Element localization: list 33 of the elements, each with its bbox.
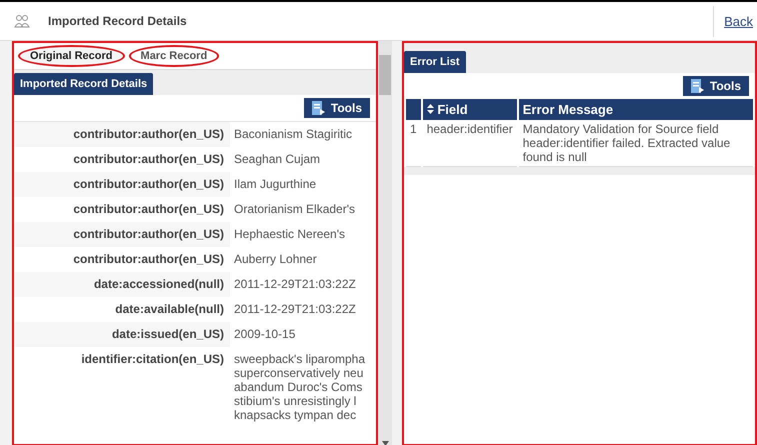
tools-icon <box>312 101 325 115</box>
back-link[interactable]: Back <box>713 6 753 36</box>
column-header <box>406 99 421 120</box>
tools-button[interactable]: Tools <box>304 98 370 118</box>
tools-button[interactable]: Tools <box>682 76 749 96</box>
field-label: identifier:citation(en_US) <box>80 351 225 368</box>
field-label: contributor:author(en_US) <box>72 176 225 193</box>
field-value: 2011-12-29T21:03:22Z <box>230 272 376 297</box>
field-label: contributor:author(en_US) <box>72 251 225 268</box>
field-value: Baconianism Stagiritic <box>230 122 376 147</box>
record-tab[interactable]: Original Record <box>18 45 125 67</box>
section-tab[interactable]: Error List <box>404 51 466 73</box>
field-label: contributor:author(en_US) <box>72 151 225 168</box>
column-header[interactable]: Field <box>422 99 517 120</box>
field-label: date:available(null) <box>114 301 225 318</box>
scroll-down-icon[interactable] <box>382 441 388 445</box>
field-label: contributor:author(en_US) <box>72 126 225 143</box>
page-title: Imported Record Details <box>48 14 187 28</box>
users-icon <box>14 14 30 28</box>
record-tab[interactable]: Marc Record <box>128 45 220 67</box>
field-value: 2009-10-15 <box>230 322 376 347</box>
sort-icon[interactable] <box>426 104 434 114</box>
field-label: date:accessioned(null) <box>92 276 225 293</box>
field-value: Hephaestic Nereen's <box>230 222 376 247</box>
field-label: contributor:author(en_US) <box>72 226 225 243</box>
tools-icon <box>690 79 704 93</box>
field-label: contributor:author(en_US) <box>72 201 225 218</box>
field-label: date:issued(en_US) <box>110 326 225 343</box>
scroll-thumb[interactable] <box>379 55 391 95</box>
scrollbar[interactable] <box>378 41 392 445</box>
column-header: Error Message <box>518 99 753 120</box>
field-value: Ilam Jugurthine <box>230 172 376 197</box>
section-tab[interactable]: Imported Record Details <box>14 73 154 95</box>
